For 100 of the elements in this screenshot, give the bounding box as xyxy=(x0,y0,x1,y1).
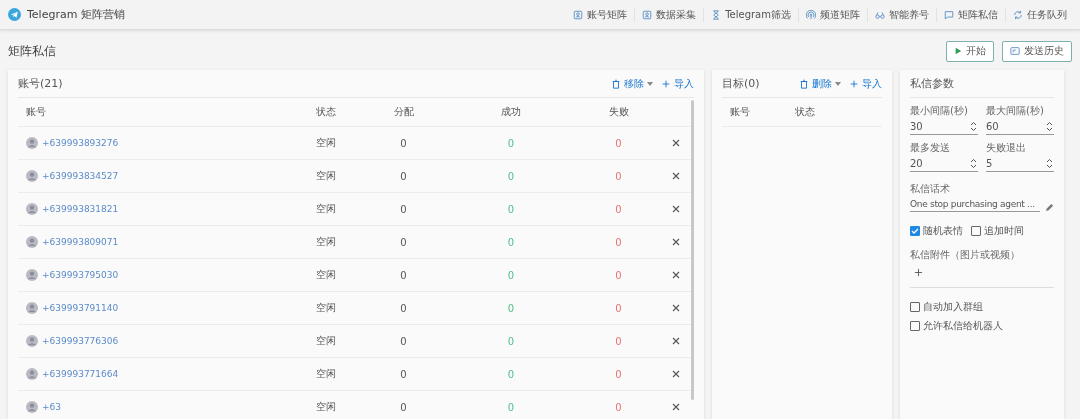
table-cell-text: 0 xyxy=(614,203,623,215)
spinner-arrows-icon[interactable] xyxy=(1046,121,1053,132)
column-header: 状态 xyxy=(315,105,337,119)
number-field[interactable]: 最小间隔(秒) 30 xyxy=(910,104,978,135)
number-field[interactable]: 失败退出 5 xyxy=(986,141,1054,172)
table-cell-text: 0 xyxy=(506,236,516,248)
table-cell-text: 0 xyxy=(506,269,516,281)
table-cell-text: 0 xyxy=(399,401,408,413)
table-cell-text: 0 xyxy=(399,137,408,149)
hourglass-icon xyxy=(711,9,722,20)
signal-icon xyxy=(806,9,816,20)
nav-tab[interactable]: 矩阵私信 xyxy=(936,7,1005,22)
status-cell-text: 空闲 xyxy=(315,268,337,282)
avatar-icon xyxy=(26,368,38,380)
spinner-arrows-icon[interactable] xyxy=(970,158,977,169)
status-cell-text: 空闲 xyxy=(315,367,337,381)
column-header: 成功 xyxy=(500,105,522,119)
panel-title: 目标(0) xyxy=(722,76,760,91)
status-cell-text: 空闲 xyxy=(315,136,337,150)
phone-link[interactable]: +639993771664 xyxy=(42,369,119,379)
table-cell-text: 0 xyxy=(614,137,623,149)
plus-icon xyxy=(849,78,859,89)
nav-tab[interactable]: 智能养号 xyxy=(867,7,936,22)
number-field[interactable]: 最大间隔(秒) 60 xyxy=(986,104,1054,135)
refresh-icon xyxy=(1013,9,1023,20)
avatar-icon xyxy=(26,302,38,314)
avatar-icon xyxy=(26,401,38,413)
status-cell-text: 空闲 xyxy=(315,400,337,414)
plus-icon xyxy=(914,268,923,277)
table-cell-text: 0 xyxy=(506,302,516,314)
import-link[interactable]: 导入 xyxy=(661,76,694,91)
avatar-icon xyxy=(26,269,38,281)
nav-tab[interactable]: 账号矩阵 xyxy=(566,7,635,22)
column-header: 失败 xyxy=(607,105,630,119)
import-link[interactable]: 导入 xyxy=(849,76,882,91)
close-icon[interactable] xyxy=(672,271,680,279)
close-icon[interactable] xyxy=(672,370,680,378)
nav-tab[interactable]: 频道矩阵 xyxy=(798,7,867,22)
phone-link[interactable]: +639993893276 xyxy=(42,138,119,148)
trash-icon xyxy=(611,78,621,89)
field-label: 私信附件（图片或视频） xyxy=(910,248,1021,262)
remove-link[interactable]: 移除 xyxy=(611,76,653,91)
scrollbar[interactable] xyxy=(691,100,694,400)
table-cell-text: 0 xyxy=(506,368,516,380)
binoculars-icon xyxy=(875,9,885,20)
close-icon[interactable] xyxy=(672,304,680,312)
script-select[interactable]: 私信话术 One stop purchasing agent ... xyxy=(910,182,1040,212)
table-cell-text: 0 xyxy=(506,170,516,182)
column-header: 账号 xyxy=(730,105,751,119)
table-cell-text: 0 xyxy=(614,335,623,347)
checkbox[interactable]: 自动加入群组 xyxy=(910,300,983,314)
close-icon[interactable] xyxy=(672,337,680,345)
status-cell-text: 空闲 xyxy=(315,334,337,348)
spinner-arrows-icon[interactable] xyxy=(970,121,977,132)
checkbox[interactable]: 允许私信给机器人 xyxy=(910,319,1003,333)
close-icon[interactable] xyxy=(672,139,680,147)
table-cell-text: 0 xyxy=(614,170,623,182)
table-cell-text: 0 xyxy=(399,335,408,347)
app-title: Telegram 矩阵营销 xyxy=(27,7,125,22)
check-icon xyxy=(911,227,919,235)
phone-link[interactable]: +639993795030 xyxy=(42,270,119,280)
chat-icon xyxy=(944,9,954,20)
phone-link[interactable]: +63 xyxy=(42,402,61,412)
close-icon[interactable] xyxy=(672,238,680,246)
history-button[interactable]: 发送历史 xyxy=(1002,40,1072,62)
contact-card-icon xyxy=(642,9,653,20)
table-cell-text: 0 xyxy=(506,335,516,347)
checkbox[interactable]: 随机表情 xyxy=(910,224,963,238)
table-cell-text: 0 xyxy=(399,368,408,380)
avatar-icon xyxy=(26,203,38,215)
contact-card-icon xyxy=(573,9,584,20)
close-icon[interactable] xyxy=(672,172,680,180)
phone-link[interactable]: +639993834527 xyxy=(42,171,119,181)
checkbox[interactable]: 追加时间 xyxy=(971,224,1024,238)
table-cell-text: 0 xyxy=(399,269,408,281)
panel-title: 账号(21) xyxy=(18,76,63,91)
spinner-arrows-icon[interactable] xyxy=(1046,158,1053,169)
number-field[interactable]: 最多发送 20 xyxy=(910,141,978,172)
close-icon[interactable] xyxy=(672,403,680,411)
table-cell-text: 0 xyxy=(614,368,623,380)
table-cell-text: 0 xyxy=(614,236,623,248)
plus-icon xyxy=(661,78,671,89)
table-cell-text: 0 xyxy=(399,203,408,215)
close-icon[interactable] xyxy=(672,205,680,213)
table-cell-text: 0 xyxy=(614,401,623,413)
pencil-icon[interactable] xyxy=(1045,203,1054,212)
page-title: 矩阵私信 xyxy=(8,42,56,60)
phone-link[interactable]: +639993831821 xyxy=(42,204,119,214)
remove-link[interactable]: 删除 xyxy=(799,76,841,91)
phone-link[interactable]: +639993791140 xyxy=(42,303,119,313)
column-header: 账号 xyxy=(26,105,47,119)
panel-title: 私信参数 xyxy=(910,76,954,91)
phone-link[interactable]: +639993776306 xyxy=(42,336,119,346)
trash-icon xyxy=(799,78,809,89)
nav-tab[interactable]: 任务队列 xyxy=(1005,7,1074,22)
phone-link[interactable]: +639993809071 xyxy=(42,237,119,247)
table-cell-text: 0 xyxy=(399,236,408,248)
start-button[interactable]: 开始 xyxy=(946,40,994,62)
nav-tab[interactable]: Telegram筛选 xyxy=(703,7,798,22)
nav-tab[interactable]: 数据采集 xyxy=(634,7,704,22)
